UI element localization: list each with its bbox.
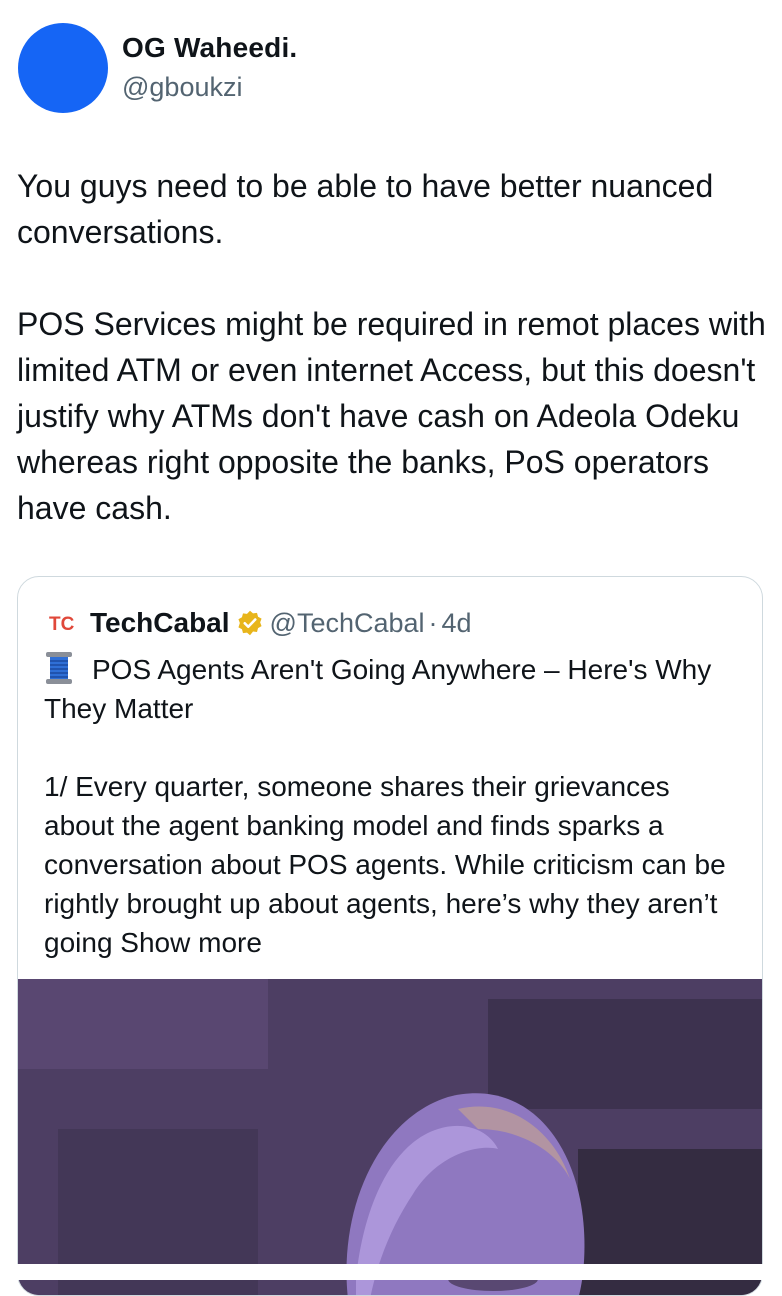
quoted-tweet-header: TC TechCabal @TechCabal · 4d xyxy=(48,605,472,641)
author-handle[interactable]: @gboukzi xyxy=(122,72,242,103)
techcabal-logo[interactable]: TC xyxy=(48,612,78,634)
tweet-text: You guys need to be able to have better … xyxy=(17,163,772,531)
show-more-link[interactable]: Show more xyxy=(120,927,262,958)
verified-badge-icon xyxy=(237,610,262,636)
quoted-author-handle[interactable]: @TechCabal xyxy=(270,608,425,639)
techcabal-logo-text: TC xyxy=(49,614,75,634)
quoted-author-name[interactable]: TechCabal xyxy=(90,607,230,639)
quoted-tweet-time[interactable]: 4d xyxy=(442,608,472,639)
media-image xyxy=(18,979,762,1295)
quoted-tweet-card[interactable]: TC TechCabal @TechCabal · 4d POS Agents … xyxy=(17,576,763,1296)
spool-of-thread-icon xyxy=(46,652,72,684)
tweet-paragraph: POS Services might be required in remot … xyxy=(17,306,766,526)
separator-dot: · xyxy=(428,607,438,638)
tweet-paragraph: You guys need to be able to have better … xyxy=(17,168,714,250)
bottom-strip xyxy=(0,1264,782,1280)
author-avatar[interactable] xyxy=(18,23,108,113)
quoted-tweet-media[interactable] xyxy=(18,979,762,1295)
quoted-tweet-title: POS Agents Aren't Going Anywhere – Here'… xyxy=(44,650,744,728)
author-name[interactable]: OG Waheedi. xyxy=(122,32,297,64)
quoted-tweet-body: 1/ Every quarter, someone shares their g… xyxy=(44,767,744,962)
quoted-tweet-text: POS Agents Aren't Going Anywhere – Here'… xyxy=(44,650,744,962)
quoted-tweet-title-text: POS Agents Aren't Going Anywhere – Here'… xyxy=(44,654,712,724)
